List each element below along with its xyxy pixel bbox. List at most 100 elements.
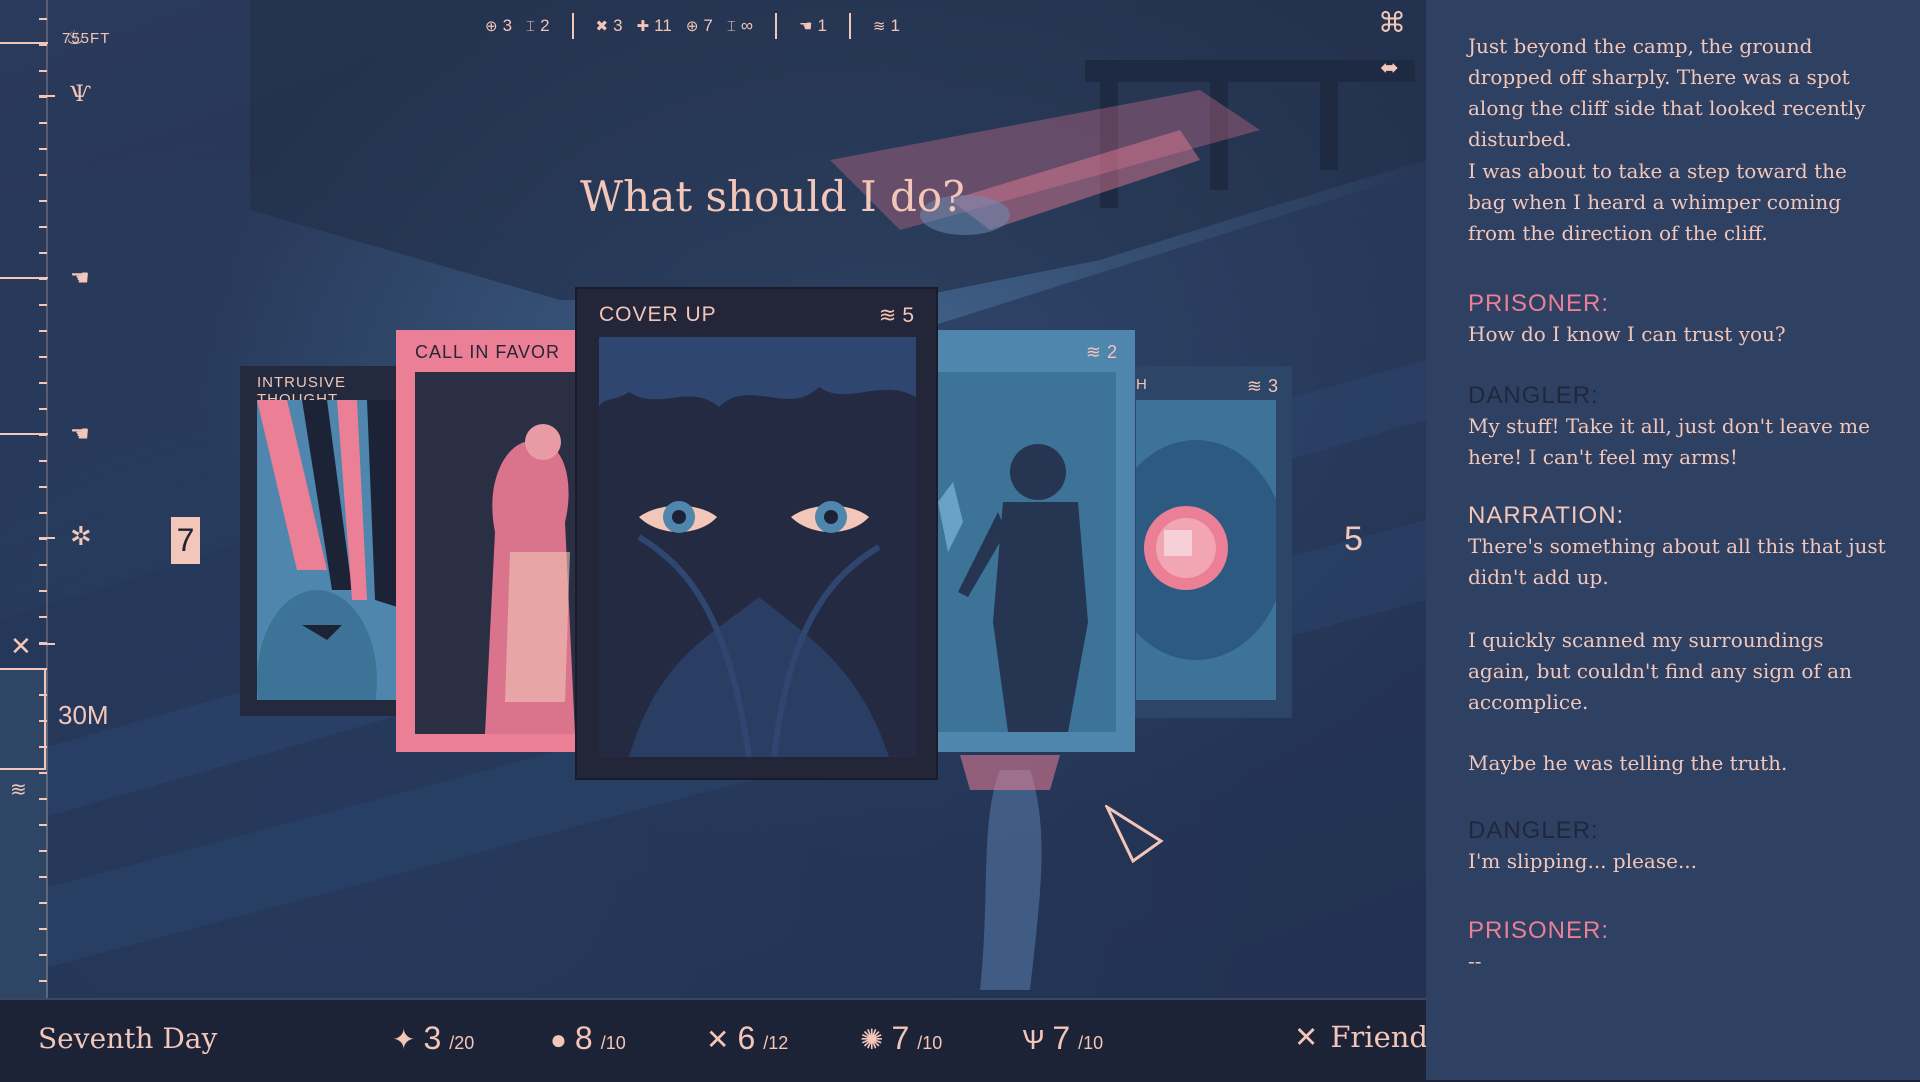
dialogue-text: How do I know I can trust you? [1468,322,1786,346]
depth-tick [39,44,47,46]
stat-value: 1 [817,16,827,35]
pointer-cursor-icon [1105,805,1164,864]
speaker-label: NARRATION: [1468,502,1625,529]
depth-tick [39,148,47,150]
depth-tick [39,70,47,72]
water-drop-icon: ✦ [392,1024,416,1055]
depth-tick [39,720,47,722]
close-marker-icon: ✕ [10,632,32,662]
depth-tick [39,902,47,904]
draw-pile-count[interactable]: 7 [171,517,200,564]
depth-tick [39,382,47,384]
resource-value: 6 [737,1020,756,1056]
stat-claw: ✖ 3 [596,16,623,36]
resource-spiky: ✺ 7/10 [860,1020,942,1057]
relationship-label: Friend [1330,1020,1428,1054]
depth-tick [39,330,47,332]
quatrefoil-menu-icon[interactable]: ⌘ [1378,6,1406,39]
card-intrusive-thought[interactable]: INTRUSIVE THOUGHT [240,366,403,716]
depth-major-tick [39,643,55,645]
wave-icon: ≋ [10,777,27,801]
resource-max: /10 [917,1033,943,1053]
stat-value: 3 [502,16,513,35]
resource-max: /10 [1078,1033,1104,1053]
card-cost: ≋ 2 [1086,342,1117,363]
depth-tick [39,798,47,800]
depth-tick [39,616,47,618]
card-art [257,400,403,700]
depth-tick [39,824,47,826]
target-icon: ⊕ [485,18,498,35]
dialogue-entry: DANGLER: My stuff! Take it all, just don… [1468,380,1888,473]
card-title: H [1136,376,1148,393]
depth-top-label: 755FT [62,30,111,47]
card-cost-value: 5 [902,303,914,327]
resource-value: 3 [423,1020,442,1056]
card-cost: ≋ 3 [1247,376,1278,397]
narrative-panel[interactable]: Just beyond the camp, the ground dropped… [1426,0,1920,1080]
day-label: Seventh Day [38,1022,218,1055]
dialogue-text: I'm slipping... please... [1468,849,1698,873]
card-art [599,337,916,757]
resource-max: /10 [600,1033,626,1053]
wave-icon: ≋ [1085,342,1101,362]
bottom-status-bar: Seventh Day ✦ 3/20 ● 8/10 ✕ 6/12 ✺ 7/10 … [0,998,1428,1082]
depth-tick [39,200,47,202]
depth-tick [39,460,47,462]
food-icon: ● [550,1024,567,1055]
depth-tick [39,304,47,306]
cross-icon: ✚ [636,18,650,35]
depth-tick [39,564,47,566]
resource-value: 8 [574,1020,593,1056]
hand-icon: ☚ [799,18,813,35]
depth-tick [39,18,47,20]
depth-tick [39,928,47,930]
game-scene: ♨ 755FT Ѱ ☚ ☚ ✲ ✕ 30M ≋ ⊕ 3 ⌶ 2 ✖ 3 ✚ 11 ⊕ 7 … [0,0,1426,998]
resource-water: ✦ 3/20 [392,1020,474,1057]
claw-icon: ✖ [595,18,609,35]
depth-tick [39,512,47,514]
card-call-in-favor[interactable]: CALL IN FAVOR [396,330,578,752]
depth-bracket [0,668,46,770]
dialogue-text: My stuff! Take it all, just don't leave … [1468,414,1870,469]
card-silhouette[interactable]: ≋ 2 [920,330,1135,752]
spiky-icon: ✺ [860,1024,884,1055]
card-cost-value: 3 [1267,376,1278,396]
stat-value: 11 [654,16,672,35]
stat-hand: ☚ 1 [799,16,827,36]
expand-arrows-icon[interactable]: ⬌ [1380,56,1398,81]
depth-tick [39,772,47,774]
stat-value: 2 [540,16,550,35]
card-title: COVER UP [599,303,717,326]
discard-pile-count[interactable]: 5 [1344,520,1363,559]
hand-icon: ☚ [70,266,90,291]
depth-tick [39,252,47,254]
speaker-label: DANGLER: [1468,382,1599,409]
resource-tools: ✕ 6/12 [706,1020,788,1057]
depth-tick [39,278,47,280]
resource-claw: Ѱ 7/10 [1022,1020,1103,1057]
depth-tick [39,356,47,358]
depth-tick [39,746,47,748]
divider [775,13,777,39]
divider [571,13,574,39]
depth-tick [39,174,47,176]
narrative-paragraph: Maybe he was telling the truth. [1468,751,1788,775]
depth-tick [39,590,47,592]
dialogue-text: -- [1468,949,1482,973]
card-cover-up[interactable]: COVER UP ≋ 5 [575,287,938,780]
dialogue-entry: PRISONER: How do I know I can trust you? [1468,288,1888,350]
hand-icon: ☚ [70,422,90,447]
depth-tick [39,226,47,228]
dialogue-text: There's something about all this that ju… [1468,534,1886,589]
stat-value: ∞ [740,16,753,35]
dialogue-entry: NARRATION: There's something about all t… [1468,500,1888,593]
card-art [938,372,1116,732]
tower-icon: ⌶ [526,17,536,35]
divider [848,13,851,39]
stat-target: ⊕ 3 [485,16,512,36]
dialogue-entry: PRISONER: -- [1468,915,1888,977]
narrative-paragraph: I was about to take a step toward the ba… [1468,159,1847,245]
card-art [415,372,575,734]
top-stats-bar: ⊕ 3 ⌶ 2 ✖ 3 ✚ 11 ⊕ 7 ⌶ ∞ ☚ 1 ≋ 1 [485,12,900,40]
